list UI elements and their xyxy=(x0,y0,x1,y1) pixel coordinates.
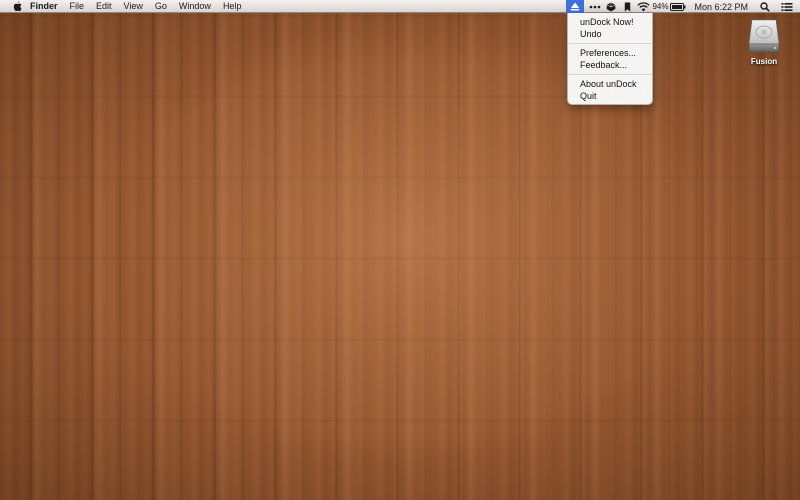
desktop-background xyxy=(0,0,800,500)
menu-window[interactable]: Window xyxy=(173,0,217,13)
menu-view[interactable]: View xyxy=(118,0,149,13)
menu-separator xyxy=(568,74,652,75)
disk-label: Fusion xyxy=(750,57,778,66)
undock-dropdown-menu: unDock Now! Undo Preferences... Feedback… xyxy=(567,13,653,105)
magnifier-icon[interactable] xyxy=(758,0,772,13)
battery-percent[interactable]: 94% xyxy=(652,0,668,13)
status-area: 94% Mon 6:22 PM xyxy=(566,0,800,13)
wifi-icon[interactable] xyxy=(636,0,650,13)
menu-item-undo[interactable]: Undo xyxy=(568,28,652,40)
undock-status-item[interactable] xyxy=(566,0,585,13)
clock[interactable]: Mon 6:22 PM xyxy=(694,0,748,13)
desktop-disk-fusion[interactable]: Fusion xyxy=(740,18,788,66)
menu-item-about[interactable]: About unDock xyxy=(568,78,652,90)
eject-triangle-icon xyxy=(571,2,580,11)
menu-bar: Finder File Edit View Go Window Help 94%… xyxy=(0,0,800,13)
apple-logo-icon[interactable] xyxy=(12,1,22,12)
menu-edit[interactable]: Edit xyxy=(90,0,118,13)
menu-item-feedback[interactable]: Feedback... xyxy=(568,59,652,71)
list-icon[interactable] xyxy=(780,0,794,13)
ellipsis-icon[interactable] xyxy=(588,0,602,13)
bookmark-icon[interactable] xyxy=(620,0,634,13)
menu-go[interactable]: Go xyxy=(149,0,173,13)
menu-app-finder[interactable]: Finder xyxy=(30,0,64,13)
menu-help[interactable]: Help xyxy=(217,0,248,13)
menu-file[interactable]: File xyxy=(64,0,91,13)
dropbox-icon[interactable] xyxy=(604,0,618,13)
menu-item-undock-now[interactable]: unDock Now! xyxy=(568,16,652,28)
menu-item-preferences[interactable]: Preferences... xyxy=(568,47,652,59)
menu-left: Finder File Edit View Go Window Help xyxy=(30,0,247,12)
hard-drive-icon xyxy=(748,19,780,53)
menu-separator xyxy=(568,43,652,44)
menu-item-quit[interactable]: Quit xyxy=(568,90,652,102)
battery-icon[interactable] xyxy=(670,0,686,13)
